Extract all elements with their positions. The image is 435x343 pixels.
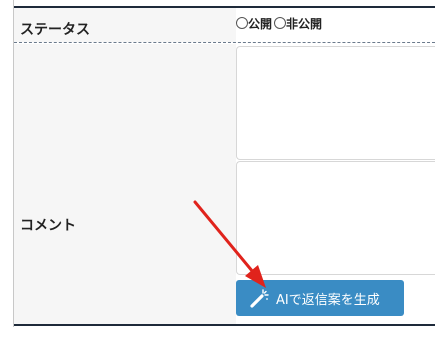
status-label-cell: ステータス [14,8,236,42]
comment-textarea-1[interactable] [236,46,435,160]
private-radio[interactable] [274,17,287,29]
status-radio-group: 公開 非公開 [236,15,324,32]
generate-ai-reply-label: AIで返信案を生成 [276,292,380,308]
magic-wand-icon [250,289,269,308]
generate-ai-reply-button[interactable]: AIで返信案を生成 [236,280,404,316]
form-table: ステータス 公開 非公開 コメント AIで返信案を生成 [14,6,435,326]
status-label: ステータス [20,22,90,38]
comment-label: コメント [20,218,76,234]
private-radio-label[interactable]: 非公開 [286,17,322,31]
row-divider [14,42,435,43]
public-radio-label[interactable]: 公開 [248,17,272,31]
comment-textarea-2[interactable] [236,161,435,275]
public-radio[interactable] [236,17,248,29]
table-bottom-rule [14,324,435,326]
comment-label-cell: コメント [14,44,236,324]
